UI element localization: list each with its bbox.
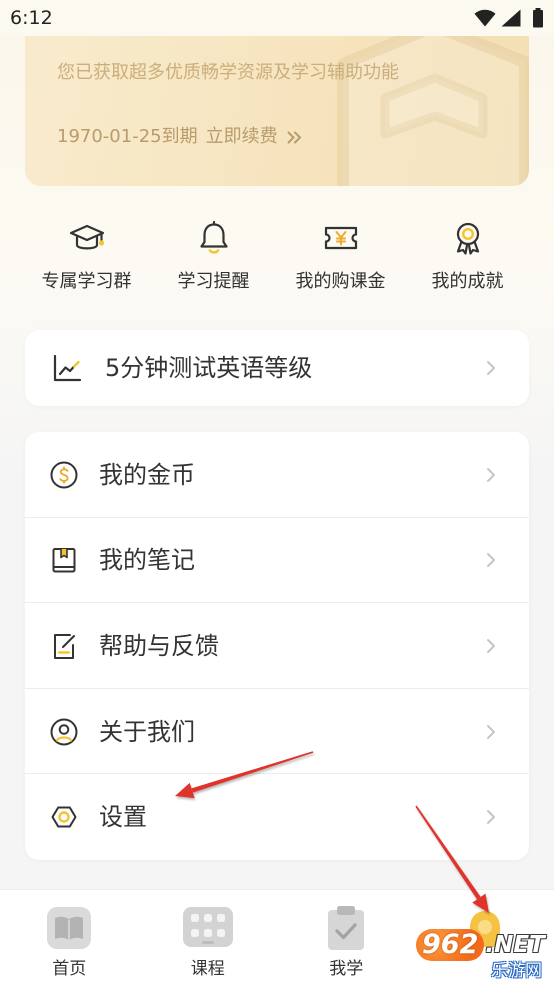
settings-icon (49, 802, 79, 832)
membership-renew-row: 1970-01-25到期 立即续费 (57, 125, 302, 149)
quick-action-label: 学习提醒 (177, 271, 250, 292)
tab-my-study[interactable]: 我学 (277, 890, 416, 984)
double-chevron-right-icon (287, 131, 302, 144)
quick-action-course-credit[interactable]: 我的购课金 (277, 216, 404, 300)
watermark-logo-suffix: .NET (485, 932, 545, 958)
chevron-right-icon (486, 724, 496, 740)
chevron-right-icon (486, 467, 496, 483)
quick-actions: 专属学习群 学习提醒 我的购课金 我的成就 (23, 216, 531, 300)
course-grid-icon (182, 905, 233, 951)
quick-action-study-group[interactable]: 专属学习群 (23, 216, 150, 300)
status-time: 6:12 (10, 7, 53, 29)
watermark-logo-number: 962 (416, 929, 485, 961)
menu-item-label: 设置 (99, 803, 147, 832)
menu-item-about[interactable]: 关于我们 (25, 689, 529, 775)
chevron-right-icon (486, 552, 496, 568)
quick-action-label: 我的成就 (431, 271, 504, 292)
battery-icon (532, 8, 544, 28)
watermark-logo: 962 .NET (416, 928, 545, 962)
line-chart-icon (51, 352, 83, 384)
feedback-icon (49, 631, 79, 661)
site-watermark: 962 .NET 乐游网 (416, 928, 552, 984)
menu-item-label: 我的金币 (99, 460, 195, 489)
medal-icon (449, 219, 487, 257)
bell-icon (195, 219, 233, 257)
watermark-site-name: 乐游网 (491, 961, 542, 981)
menu-item-settings[interactable]: 设置 (25, 774, 529, 860)
level-test-label: 5分钟测试英语等级 (105, 354, 313, 382)
tab-label: 我学 (329, 959, 364, 979)
clipboard-check-icon (323, 905, 369, 951)
menu-item-coins[interactable]: 我的金币 (25, 432, 529, 518)
quick-action-label: 专属学习群 (41, 271, 132, 292)
user-circle-icon (49, 717, 79, 747)
renew-link[interactable]: 立即续费 (206, 125, 302, 149)
signal-icon (501, 9, 521, 27)
quick-action-achievements[interactable]: 我的成就 (404, 216, 531, 300)
book-icon (46, 905, 92, 951)
menu-item-label: 我的笔记 (99, 546, 195, 575)
menu-item-label: 帮助与反馈 (99, 631, 219, 660)
tab-label: 课程 (190, 959, 225, 979)
membership-expiry: 1970-01-25到期 (57, 126, 198, 147)
renew-label: 立即续费 (205, 126, 278, 147)
tab-label: 首页 (52, 959, 87, 979)
coin-icon (49, 460, 79, 490)
chevron-right-icon (486, 360, 496, 376)
tab-home[interactable]: 首页 (0, 890, 139, 984)
settings-menu: 我的金币 我的笔记 帮助与反馈 关于我们 设置 (25, 432, 529, 860)
notebook-icon (49, 545, 79, 575)
membership-description: 您已获取超多优质畅学资源及学习辅助功能 (57, 62, 399, 83)
graduation-cap-icon (68, 219, 106, 257)
ticket-yuan-icon (322, 219, 360, 257)
menu-item-label: 关于我们 (99, 717, 195, 746)
wifi-icon (474, 9, 496, 27)
chevron-right-icon (486, 809, 496, 825)
tab-courses[interactable]: 课程 (139, 890, 278, 984)
menu-item-notes[interactable]: 我的笔记 (25, 518, 529, 604)
menu-item-feedback[interactable]: 帮助与反馈 (25, 603, 529, 689)
english-level-test-card[interactable]: 5分钟测试英语等级 (25, 330, 529, 406)
status-bar: 6:12 (0, 0, 554, 36)
quick-action-label: 我的购课金 (295, 271, 386, 292)
quick-action-reminder[interactable]: 学习提醒 (150, 216, 277, 300)
chevron-right-icon (486, 638, 496, 654)
